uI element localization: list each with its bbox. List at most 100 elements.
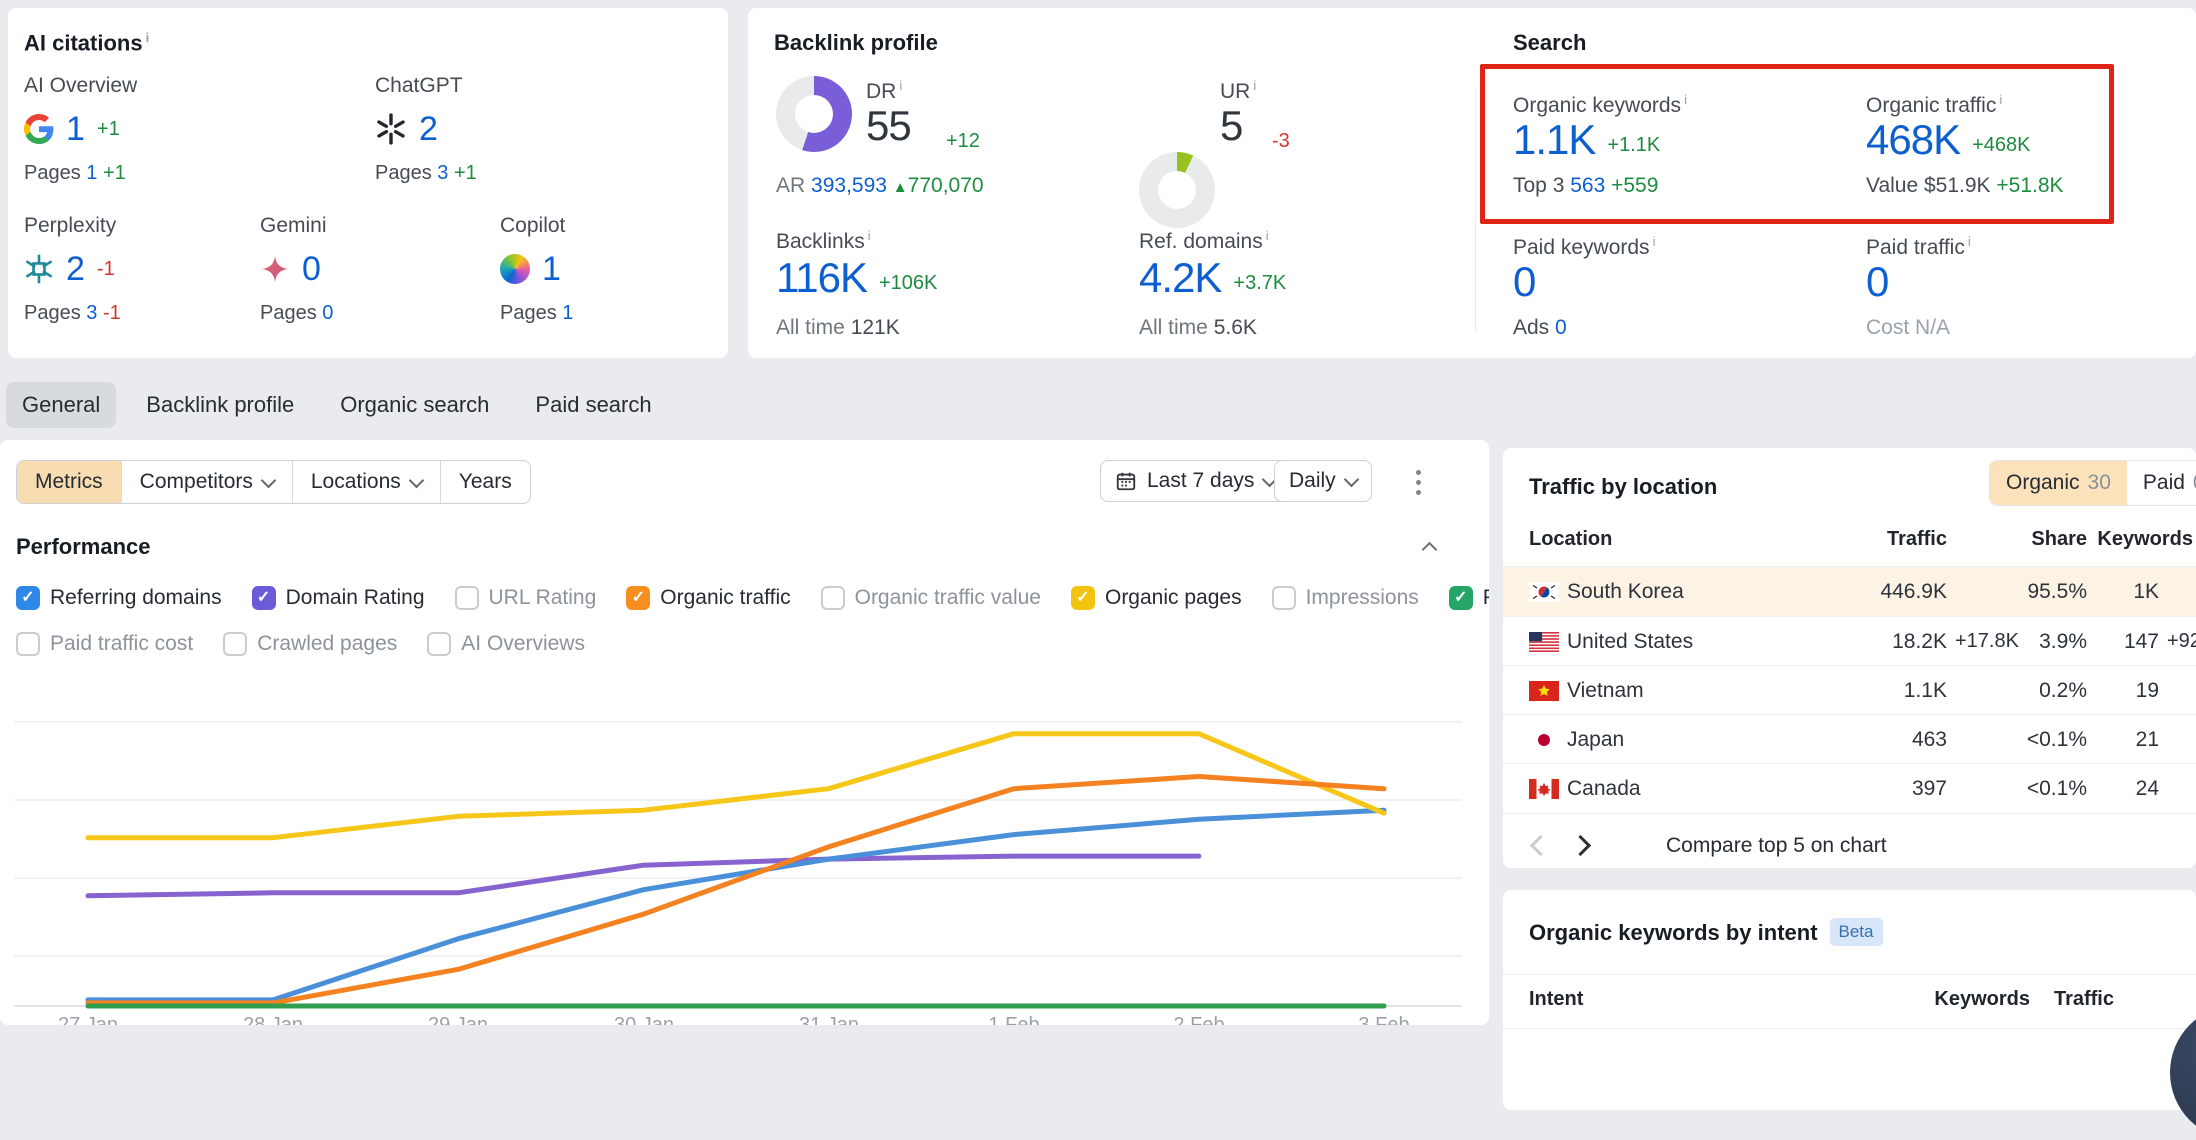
- ai-citations-value[interactable]: 0: [302, 250, 321, 289]
- flag-south-korea-icon: [1529, 582, 1559, 608]
- toggle-paid[interactable]: Paid 0: [2127, 461, 2196, 505]
- info-icon[interactable]: i: [146, 30, 150, 45]
- info-icon[interactable]: i: [1253, 78, 1256, 93]
- ai-citations-delta: -1: [97, 258, 115, 281]
- location-keywords-link[interactable]: 147: [2099, 630, 2159, 654]
- location-row-vietnam[interactable]: Vietnam 1.1K 0.2% 19: [1503, 666, 2196, 715]
- location-keywords-link[interactable]: 24: [2099, 777, 2159, 801]
- metric-checkbox-organic-pages[interactable]: ✓Organic pages: [1071, 586, 1242, 610]
- metric-checkbox-organic-traffic[interactable]: ✓Organic traffic: [626, 586, 790, 610]
- location-name: Vietnam: [1567, 679, 1644, 703]
- paid-traffic-label: Paid traffici: [1866, 234, 1971, 260]
- metric-checkbox-referring-domains[interactable]: ✓Referring domains: [16, 586, 222, 610]
- tab-paid-search[interactable]: Paid search: [519, 382, 667, 428]
- location-row-south-korea[interactable]: South Korea 446.9K 95.5% 1K: [1503, 567, 2196, 616]
- checkbox-icon: [427, 632, 451, 656]
- metric-checkbox-organic-traffic-value[interactable]: Organic traffic value: [821, 586, 1041, 610]
- info-icon[interactable]: i: [868, 228, 871, 243]
- info-icon[interactable]: i: [1684, 92, 1687, 107]
- flag-japan-icon: [1529, 730, 1559, 756]
- x-tick-label: 1 Feb: [969, 1014, 1059, 1025]
- x-tick-label: 29 Jan: [413, 1014, 503, 1025]
- filter-years[interactable]: Years: [440, 461, 530, 503]
- compare-top5-link[interactable]: Compare top 5 on chart: [1666, 834, 1887, 858]
- info-icon[interactable]: i: [1266, 228, 1269, 243]
- collapse-chevron-up-icon[interactable]: [1422, 542, 1438, 558]
- pages-value[interactable]: 3: [437, 162, 448, 184]
- location-traffic: 1.1K: [1847, 679, 1947, 703]
- performance-line-chart[interactable]: 27 Jan 28 Jan 29 Jan 30 Jan 31 Jan 1 Feb…: [0, 686, 1489, 1025]
- chevron-down-icon: [261, 472, 277, 488]
- info-icon[interactable]: i: [1653, 234, 1656, 249]
- pages-value[interactable]: 1: [562, 302, 573, 324]
- x-tick-label: 3 Feb: [1339, 1014, 1429, 1025]
- metric-checkbox-paid-traffic[interactable]: ✓Paid traffic: [1449, 586, 1489, 610]
- metric-checkbox-paid-traffic-cost[interactable]: Paid traffic cost: [16, 632, 193, 656]
- paid-keywords-label: Paid keywordsi: [1513, 234, 1655, 260]
- paid-traffic-value[interactable]: 0: [1866, 258, 1888, 306]
- metric-checkbox-ai-overviews[interactable]: AI Overviews: [427, 632, 585, 656]
- tab-organic-search[interactable]: Organic search: [324, 382, 505, 428]
- ur-value: 5: [1220, 102, 1242, 150]
- location-row-united-states[interactable]: United States 18.2K +17.8K 3.9% 147 +92: [1503, 617, 2196, 666]
- location-keywords-link[interactable]: 19: [2099, 679, 2159, 703]
- calendar-icon: [1115, 470, 1137, 492]
- metric-checkbox-domain-rating[interactable]: ✓Domain Rating: [252, 586, 425, 610]
- filter-locations[interactable]: Locations: [292, 461, 440, 503]
- granularity-button[interactable]: Daily: [1274, 460, 1372, 502]
- location-share: <0.1%: [2007, 777, 2087, 801]
- ai-citation-perplexity: Perplexity 2 -1 Pages 3 -1: [24, 214, 254, 325]
- ai-citations-value[interactable]: 2: [419, 110, 438, 149]
- ref-domains-value[interactable]: 4.2K: [1139, 254, 1221, 302]
- organic-keywords-value[interactable]: 1.1K: [1513, 116, 1595, 164]
- organic-keywords-label: Organic keywordsi: [1513, 92, 1687, 118]
- info-icon[interactable]: i: [1968, 234, 1971, 249]
- performance-card: Metrics Competitors Locations Years Last…: [0, 440, 1489, 1025]
- chatgpt-icon: [375, 113, 407, 145]
- ar-value[interactable]: 393,593: [811, 174, 887, 197]
- organic-traffic-value[interactable]: 468K: [1866, 116, 1960, 164]
- ai-citations-value[interactable]: 1: [66, 110, 85, 149]
- location-share: 3.9%: [2007, 630, 2087, 654]
- location-keywords-link[interactable]: 1K: [2099, 580, 2159, 604]
- metric-checkbox-crawled-pages[interactable]: Crawled pages: [223, 632, 397, 656]
- ai-citation-chatgpt: ChatGPT 2 Pages 3 +1: [375, 74, 705, 185]
- location-keywords-link[interactable]: 21: [2099, 728, 2159, 752]
- toggle-organic[interactable]: Organic 30: [1990, 461, 2127, 505]
- x-tick-label: 28 Jan: [228, 1014, 318, 1025]
- backlinks-value[interactable]: 116K: [776, 254, 867, 302]
- column-header-traffic: Traffic: [2034, 988, 2114, 1011]
- filter-competitors[interactable]: Competitors: [121, 461, 292, 503]
- metric-checkbox-url-rating[interactable]: URL Rating: [455, 586, 597, 610]
- ai-citations-value[interactable]: 2: [66, 250, 85, 289]
- checkbox-label: Referring domains: [50, 586, 222, 610]
- metric-row-2: Paid traffic cost Crawled pages AI Overvie…: [16, 632, 585, 656]
- location-traffic: 463: [1847, 728, 1947, 752]
- pages-value[interactable]: 0: [322, 302, 333, 324]
- ai-citations-value[interactable]: 1: [542, 250, 561, 289]
- checkbox-label: Impressions: [1306, 586, 1419, 610]
- tab-general[interactable]: General: [6, 382, 116, 428]
- info-icon[interactable]: i: [899, 78, 902, 93]
- filter-metrics[interactable]: Metrics: [17, 461, 121, 503]
- date-range-button[interactable]: Last 7 days: [1100, 460, 1290, 502]
- pages-value[interactable]: 1: [86, 162, 97, 184]
- gemini-icon: [260, 254, 290, 284]
- organic-paid-toggle: Organic 30 Paid 0: [1989, 460, 2196, 506]
- previous-page-chevron-icon[interactable]: [1530, 835, 1551, 856]
- location-row-japan[interactable]: Japan 463 <0.1% 21: [1503, 715, 2196, 764]
- ai-pages-row: Pages 1 +1: [24, 162, 354, 185]
- location-row-canada[interactable]: Canada 397 <0.1% 24: [1503, 764, 2196, 813]
- pages-value[interactable]: 3: [86, 302, 97, 324]
- top3-value[interactable]: 563: [1570, 174, 1605, 197]
- metric-checkbox-impressions[interactable]: Impressions: [1272, 586, 1419, 610]
- more-options-kebab-menu[interactable]: [1412, 466, 1425, 499]
- info-icon[interactable]: i: [1999, 92, 2002, 107]
- tab-backlink-profile[interactable]: Backlink profile: [130, 382, 310, 428]
- ai-pages-row: Pages 0: [260, 302, 470, 325]
- next-page-chevron-icon[interactable]: [1570, 835, 1591, 856]
- backlink-search-card: Backlink profile DRi 55 +12 AR 393,593 ▲…: [748, 8, 2196, 358]
- performance-title: Performance: [16, 534, 151, 560]
- location-share: 0.2%: [2007, 679, 2087, 703]
- paid-keywords-value[interactable]: 0: [1513, 258, 1535, 306]
